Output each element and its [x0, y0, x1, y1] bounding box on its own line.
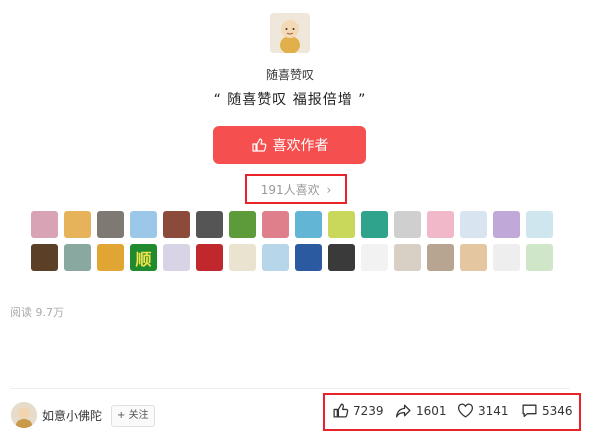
like-author-label: 喜欢作者 [272, 138, 329, 154]
liker-avatar[interactable] [229, 244, 256, 271]
liker-avatar[interactable] [97, 211, 124, 238]
share-stat-count: 1601 [416, 403, 447, 418]
share-icon [395, 404, 411, 418]
liker-avatar[interactable] [427, 244, 454, 271]
liker-avatar[interactable] [493, 211, 520, 238]
comment-stat-button[interactable]: 5346 [521, 402, 573, 419]
read-count: 阅读 9.7万 [10, 306, 64, 319]
liker-avatar[interactable] [460, 211, 487, 238]
liker-avatar[interactable] [64, 244, 91, 271]
follow-button[interactable]: + 关注 [111, 405, 155, 427]
liker-avatar[interactable] [295, 211, 322, 238]
author-quote: “ 随喜赞叹 福报倍增 ” [213, 92, 367, 108]
monk-avatar-icon [270, 13, 310, 53]
like-stat-button[interactable]: 7239 [332, 402, 384, 419]
comment-icon [522, 404, 537, 417]
footer-author-avatar[interactable] [11, 402, 37, 428]
liker-avatar[interactable] [163, 244, 190, 271]
like-count-link[interactable]: 191人喜欢 › [245, 181, 347, 198]
liker-avatar[interactable] [196, 211, 223, 238]
liker-avatar[interactable] [130, 211, 157, 238]
liker-avatar[interactable] [493, 244, 520, 271]
liker-avatar[interactable] [361, 244, 388, 271]
liker-avatar[interactable] [526, 211, 553, 238]
heart-icon [457, 403, 474, 418]
liker-avatar[interactable] [328, 244, 355, 271]
like-author-button[interactable]: 喜欢作者 [213, 126, 366, 164]
liker-avatar[interactable] [196, 244, 223, 271]
liker-avatar[interactable] [394, 244, 421, 271]
thumbs-up-icon [333, 403, 349, 418]
liker-avatar[interactable] [361, 211, 388, 238]
liker-avatar-text: 顺 [135, 249, 152, 269]
monk-avatar-icon [11, 402, 37, 428]
liker-avatar[interactable] [31, 244, 58, 271]
liker-avatar[interactable] [262, 244, 289, 271]
liker-avatar-row [31, 211, 561, 238]
footer-author-name[interactable]: 如意小佛陀 [42, 407, 102, 424]
liker-avatar-grid: 顺 [31, 211, 561, 277]
liker-avatar[interactable] [229, 211, 256, 238]
comment-stat-count: 5346 [542, 403, 573, 418]
liker-avatar[interactable] [295, 244, 322, 271]
like-count-text: 191人喜欢 [260, 183, 320, 197]
author-avatar[interactable] [270, 13, 310, 53]
liker-avatar-row: 顺 [31, 244, 561, 271]
liker-avatar[interactable] [97, 244, 124, 271]
divider [10, 388, 570, 389]
liker-avatar[interactable] [262, 211, 289, 238]
author-name[interactable]: 随喜赞叹 [0, 66, 580, 83]
favorite-stat-button[interactable]: 3141 [457, 402, 509, 419]
liker-avatar[interactable] [526, 244, 553, 271]
liker-avatar[interactable]: 顺 [130, 244, 157, 271]
chevron-right-icon: › [326, 183, 332, 197]
liker-avatar[interactable] [394, 211, 421, 238]
liker-avatar[interactable] [460, 244, 487, 271]
thumbs-up-icon [251, 138, 266, 152]
liker-avatar[interactable] [427, 211, 454, 238]
favorite-stat-count: 3141 [478, 403, 509, 418]
like-stat-count: 7239 [353, 403, 384, 418]
liker-avatar[interactable] [31, 211, 58, 238]
liker-avatar[interactable] [328, 211, 355, 238]
share-stat-button[interactable]: 1601 [395, 402, 447, 419]
liker-avatar[interactable] [64, 211, 91, 238]
liker-avatar[interactable] [163, 211, 190, 238]
